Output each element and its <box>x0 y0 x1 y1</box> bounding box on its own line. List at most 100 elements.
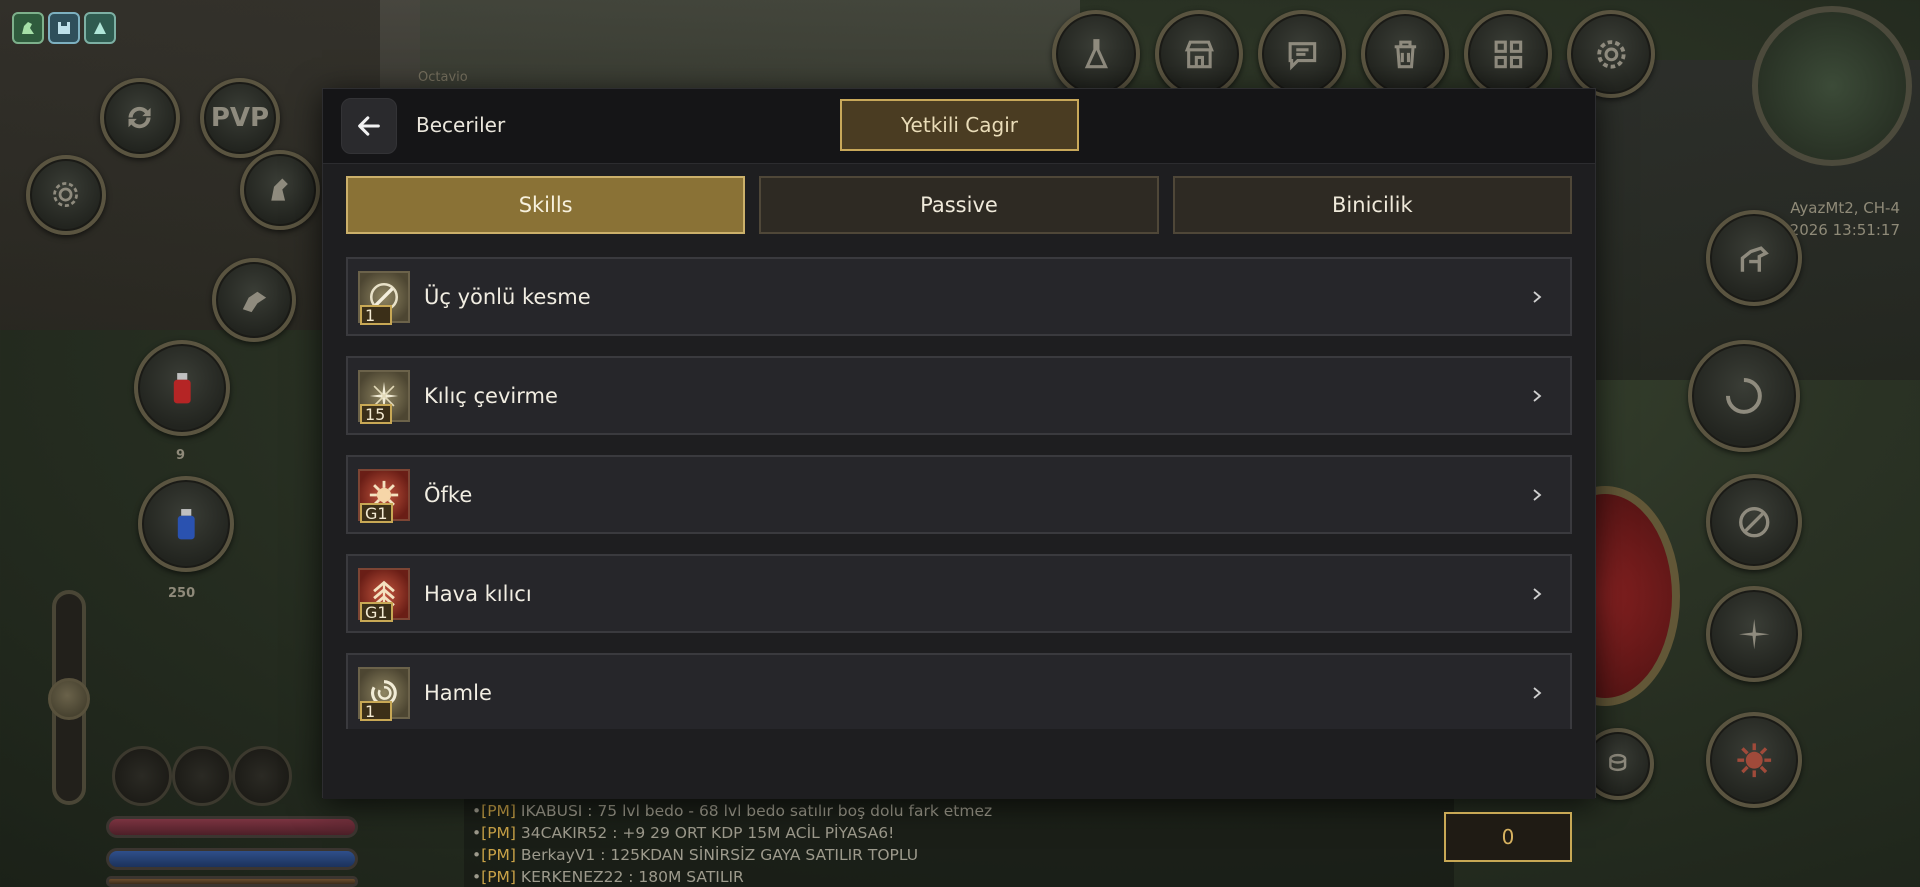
horse-icon <box>1740 245 1769 272</box>
skill-row[interactable]: 15 Kılıç çevirme <box>346 356 1572 435</box>
switch-button[interactable] <box>100 78 180 158</box>
blue-potion-icon <box>177 508 195 540</box>
pvp-button[interactable]: PVP <box>200 78 280 158</box>
mount-button[interactable] <box>240 150 320 230</box>
settings-button[interactable] <box>1567 10 1655 98</box>
save-status-icon[interactable] <box>48 12 80 44</box>
back-button[interactable] <box>341 98 397 154</box>
menu-grid-button[interactable] <box>1464 10 1552 98</box>
quickslot-2[interactable] <box>172 746 232 806</box>
skill-slot-2[interactable] <box>1706 474 1802 570</box>
chat-button[interactable] <box>1258 10 1346 98</box>
star-burst-icon <box>1738 618 1770 650</box>
trash-icon <box>1394 40 1416 68</box>
camera-zoom-knob[interactable] <box>48 678 90 720</box>
skill-name: Hamle <box>424 680 492 705</box>
skill-level: G1 <box>360 601 393 622</box>
red-potion-count: 9 <box>176 448 186 463</box>
minimap[interactable] <box>1752 6 1912 166</box>
chat-tag: [PM] <box>481 846 516 864</box>
chat-tag: [PM] <box>481 824 516 842</box>
skill-name: Hava kılıcı <box>424 581 532 606</box>
delete-button[interactable] <box>1361 10 1449 98</box>
flask-icon <box>1084 38 1108 68</box>
background-path <box>380 0 1080 100</box>
refresh-icon <box>128 107 152 129</box>
skill-level: 1 <box>360 700 392 721</box>
dialog-body: Skills Passive Binicilik 1 Üç yönlü kesm… <box>323 163 1595 862</box>
shop-icon <box>1184 40 1214 68</box>
chat-line: •[PM] IKABUSI : 75 lvl bedo - 68 lvl bed… <box>472 802 993 820</box>
chat-tag: [PM] <box>481 868 516 886</box>
chat-log: •[PM] IKABUSI : 75 lvl bedo - 68 lvl bed… <box>464 798 1454 887</box>
hp-bar <box>106 816 358 838</box>
skill-level: 15 <box>360 403 392 424</box>
chevrons-icon: G1 <box>358 567 410 622</box>
spiral-icon <box>1726 378 1762 414</box>
pvp-label: PVP <box>210 103 270 133</box>
chevron-right-icon <box>1533 389 1542 402</box>
chevron-right-icon <box>1533 587 1542 600</box>
skill-list[interactable]: 1 Üç yönlü kesme 15 Kılıç çevirme G1 Öfk… <box>346 257 1572 729</box>
chat-text: KERKENEZ22 : 180M SATILIR <box>515 868 744 886</box>
grid-icon <box>1494 40 1522 68</box>
skill-slot-3[interactable] <box>1706 586 1802 682</box>
blue-potion-slot[interactable] <box>138 476 234 572</box>
dialog-title: Beceriler <box>416 113 506 137</box>
call-gm-button[interactable]: Yetkili Cagir <box>840 99 1079 151</box>
dialog-header: Beceriler Yetkili Cagir <box>323 89 1595 163</box>
sun-burst-icon: G1 <box>358 468 410 523</box>
skill-row[interactable]: 1 Üç yönlü kesme <box>346 257 1572 336</box>
spiral-icon: 1 <box>358 666 410 721</box>
skill-tabs: Skills Passive Binicilik <box>346 176 1572 234</box>
skill-level: 1 <box>360 304 392 325</box>
star-burst-icon: 15 <box>358 369 410 424</box>
skill-name: Öfke <box>424 482 473 507</box>
chat-text: BerkayV1 : 125KDAN SİNİRSİZ GAYA SATILIR… <box>515 846 919 864</box>
horse-charge-icon <box>242 291 266 312</box>
horse-head-icon <box>271 178 289 202</box>
mp-bar <box>106 848 358 870</box>
chevron-right-icon <box>1533 290 1542 303</box>
chevron-right-icon <box>1533 686 1542 699</box>
chevron-right-icon <box>1533 488 1542 501</box>
xp-bar <box>106 876 358 887</box>
ride-button[interactable] <box>1706 210 1802 306</box>
slash-icon <box>1738 506 1770 538</box>
chat-line: •[PM] KERKENEZ22 : 180M SATILIR <box>472 868 744 886</box>
shop-button[interactable] <box>1155 10 1243 98</box>
chat-icon <box>1288 41 1316 70</box>
gear-icon <box>1596 39 1626 69</box>
skill-row[interactable]: G1 Öfke <box>346 455 1572 534</box>
skill-level: G1 <box>360 502 393 523</box>
skill-slot-1[interactable] <box>1688 340 1800 452</box>
quickslot-1[interactable] <box>112 746 172 806</box>
chat-text: IKABUSI : 75 lvl bedo - 68 lvl bedo satı… <box>515 802 993 820</box>
skill-row[interactable]: G1 Hava kılıcı <box>346 554 1572 633</box>
sun-burst-icon <box>1737 743 1771 777</box>
horse-skill-button[interactable] <box>212 258 296 342</box>
tab-passive[interactable]: Passive <box>759 176 1159 234</box>
tab-skills[interactable]: Skills <box>346 176 746 234</box>
buff-status-icon[interactable] <box>84 12 116 44</box>
skill-slot-4[interactable] <box>1706 712 1802 808</box>
quickslot-3[interactable] <box>232 746 292 806</box>
chat-line: •[PM] BerkayV1 : 125KDAN SİNİRSİZ GAYA S… <box>472 846 919 864</box>
potion-menu-button[interactable] <box>1052 10 1140 98</box>
chat-tag: [PM] <box>481 802 516 820</box>
horse-status-icon[interactable] <box>12 12 44 44</box>
gear-icon <box>53 182 79 208</box>
chat-line: •[PM] 34CAKIR52 : +9 29 ORT KDP 15M ACİL… <box>472 824 895 842</box>
blue-potion-count: 250 <box>168 586 196 601</box>
skill-name: Kılıç çevirme <box>424 383 558 408</box>
coins-icon <box>1609 754 1627 772</box>
tab-binicilik[interactable]: Binicilik <box>1172 176 1572 234</box>
player-name: Octavio <box>418 70 468 85</box>
skill-row[interactable]: 1 Hamle <box>346 653 1572 729</box>
red-potion-slot[interactable] <box>134 340 230 436</box>
chat-text: 34CAKIR52 : +9 29 ORT KDP 15M ACİL PİYAS… <box>515 824 895 842</box>
slash-icon: 1 <box>358 270 410 325</box>
skill-name: Üç yönlü kesme <box>424 284 591 309</box>
red-potion-icon <box>173 372 191 404</box>
settings-left-button[interactable] <box>26 155 106 235</box>
